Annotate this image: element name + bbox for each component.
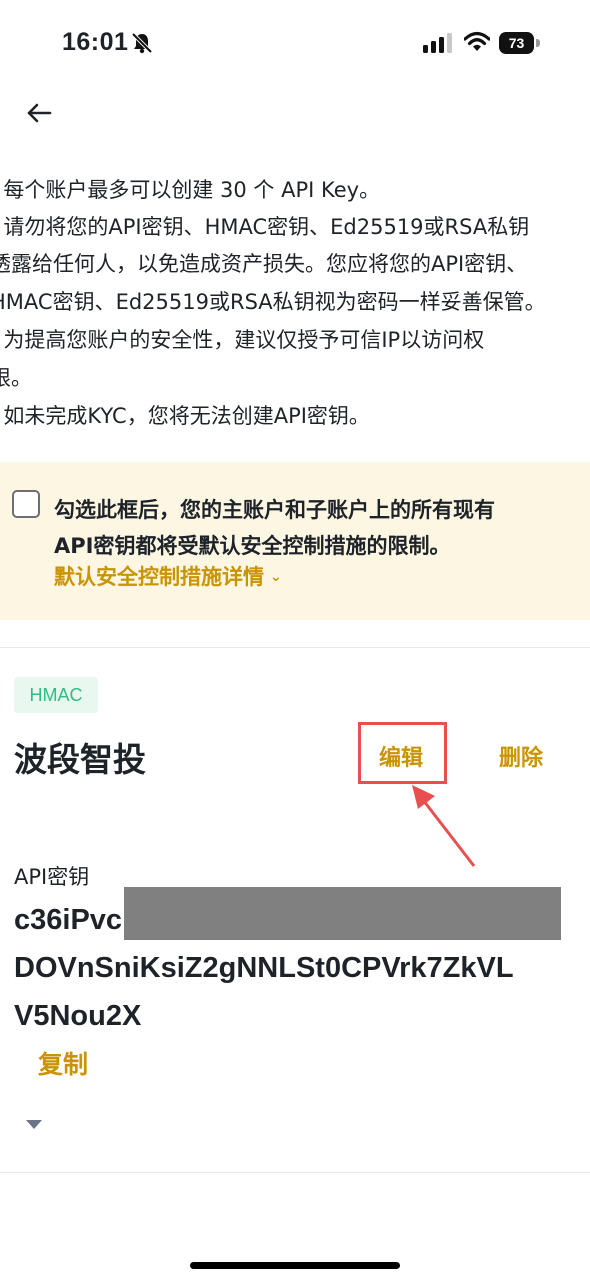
divider [0,647,590,648]
api-key-name: 波段智投 [14,740,146,779]
battery-icon: 73 [499,32,541,54]
note-line: . 请勿将您的API密钥、HMAC密钥、Ed25519或RSA私钥 [0,215,530,239]
wifi-icon [464,31,490,51]
back-arrow-icon[interactable] [24,98,54,128]
note-line: 限。 [0,366,32,390]
chevron-down-icon: ⌄ [270,569,282,585]
annotation-arrow-icon [412,785,476,867]
note-line: . 如未完成KYC，您将无法创建API密钥。 [0,404,370,428]
redaction-block [124,887,561,940]
signal-icon [423,33,452,53]
api-key-line: DOVnSniKsiZ2gNNLSt0CPVrk7ZkVL [14,952,514,984]
default-security-checkbox[interactable] [12,490,40,518]
battery-level: 73 [499,32,534,54]
note-line: 透露给任何人，以免造成资产损失。您应将您的API密钥、 [0,252,528,276]
annotation-highlight-box [358,722,447,784]
notice-text: 勾选此框后，您的主账户和子账户上的所有现有 API密钥都将受默认安全控制措施的限… [54,492,495,564]
note-line: HMAC密钥、Ed25519或RSA私钥视为密码一样妥善保管。 [0,290,546,314]
api-key-line: V5Nou2X [14,1000,142,1032]
caret-down-icon[interactable] [24,1117,44,1131]
security-details-link[interactable]: 默认安全控制措施详情 ⌄ [54,561,282,591]
notice-line: API密钥都将受默认安全控制措施的限制。 [54,534,451,558]
note-line: . 每个账户最多可以创建 30 个 API Key。 [0,178,381,202]
api-key-label: API密钥 [14,865,90,889]
divider [0,1172,590,1173]
battery-nub [536,39,540,47]
notice-line: 勾选此框后，您的主账户和子账户上的所有现有 [54,498,495,522]
home-indicator [190,1262,400,1269]
copy-button[interactable]: 复制 [38,1045,88,1081]
delete-button[interactable]: 删除 [499,740,543,772]
security-details-label: 默认安全控制措施详情 [54,565,264,589]
status-time: 16:01 [62,28,129,56]
key-type-badge: HMAC [14,677,98,713]
bell-slash-icon [131,32,153,54]
note-line: . 为提高您账户的安全性，建议仅授予可信IP以访问权 [0,328,485,352]
